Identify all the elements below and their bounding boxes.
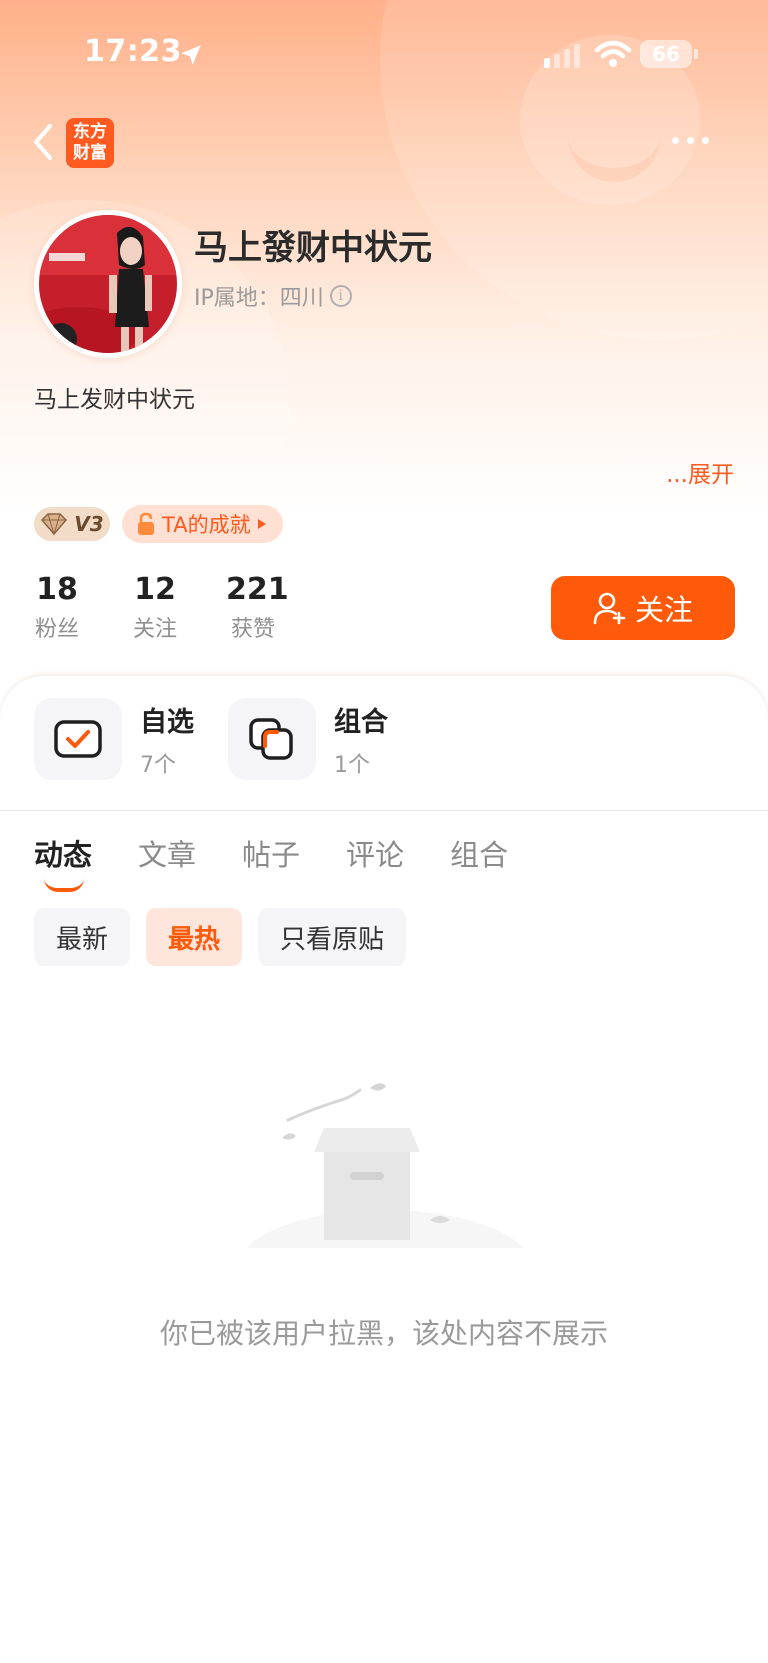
blocked-message: 你已被该用户拉黑，该处内容不展示 — [159, 1317, 608, 1350]
portfolio-count: 1个 — [334, 752, 370, 778]
watchlist-count: 7个 — [140, 752, 176, 778]
diamond-icon — [41, 513, 68, 535]
username: 马上發财中状元 — [194, 228, 432, 268]
user-bio: 马上发财中状元 — [34, 387, 195, 413]
tab-posts[interactable]: 帖子 — [242, 832, 300, 874]
filter-hottest[interactable]: 最热 — [146, 908, 243, 966]
watchlist-entry[interactable]: 自选 7个 — [34, 698, 194, 780]
portfolio-title: 组合 — [334, 706, 388, 738]
ip-location-label: IP属地：四川 — [194, 286, 324, 311]
stat-following[interactable]: 12 关注 — [132, 572, 178, 643]
filter-chips: 最新 最热 只看原贴 — [34, 908, 407, 966]
info-icon[interactable]: i — [329, 285, 352, 307]
quick-entries: 自选 7个 组合 1个 — [34, 698, 388, 780]
badge-row: V3 TA的成就 — [34, 505, 283, 543]
stat-value: 221 — [226, 572, 289, 607]
watchlist-title: 自选 — [140, 706, 194, 738]
status-bar: 17:23 66 — [0, 0, 768, 110]
empty-box-illustration — [220, 1083, 550, 1270]
follow-button[interactable]: 关注 — [551, 576, 735, 640]
divider — [0, 810, 768, 811]
wifi-icon — [594, 40, 632, 67]
watchlist-icon — [34, 698, 122, 780]
add-user-icon — [593, 592, 626, 625]
tab-articles[interactable]: 文章 — [138, 832, 196, 874]
battery-indicator: 66 — [640, 40, 692, 68]
filter-latest[interactable]: 最新 — [34, 908, 131, 966]
status-time: 17:23 — [84, 34, 182, 69]
stat-label: 关注 — [132, 617, 177, 642]
eastmoney-logo: 东方 财富 — [66, 118, 114, 168]
vip-level-badge[interactable]: V3 — [34, 507, 110, 541]
content-tabs: 动态 文章 帖子 评论 组合 — [34, 832, 508, 892]
back-arrow-icon[interactable] — [28, 122, 58, 162]
portfolio-entry[interactable]: 组合 1个 — [228, 698, 388, 780]
profile-stats: 18 粉丝 12 关注 221 获赞 — [34, 572, 289, 643]
portfolio-icon — [228, 698, 316, 780]
stat-value: 12 — [134, 572, 176, 607]
achievement-badge[interactable]: TA的成就 — [122, 505, 283, 543]
more-options-icon[interactable] — [672, 130, 718, 150]
stat-label: 粉丝 — [34, 617, 79, 642]
tab-portfolios[interactable]: 组合 — [450, 832, 508, 874]
ip-location: IP属地：四川 i — [194, 280, 352, 312]
stat-label: 获赞 — [230, 617, 275, 642]
cellular-signal-icon — [544, 44, 580, 68]
expand-bio-link[interactable]: ...展开 — [666, 455, 734, 489]
play-arrow-icon — [257, 519, 266, 529]
achievement-label: TA的成就 — [162, 513, 251, 537]
avatar[interactable] — [34, 210, 182, 358]
tab-activity[interactable]: 动态 — [34, 832, 92, 892]
follow-button-label: 关注 — [634, 595, 693, 627]
filter-original-only[interactable]: 只看原贴 — [258, 908, 407, 966]
stat-likes[interactable]: 221 获赞 — [226, 572, 289, 643]
stat-followers[interactable]: 18 粉丝 — [34, 572, 80, 643]
lock-icon — [138, 512, 154, 535]
location-arrow-icon — [181, 45, 201, 65]
stat-value: 18 — [36, 572, 78, 607]
vip-level-label: V3 — [74, 512, 104, 536]
tab-comments[interactable]: 评论 — [346, 832, 404, 874]
